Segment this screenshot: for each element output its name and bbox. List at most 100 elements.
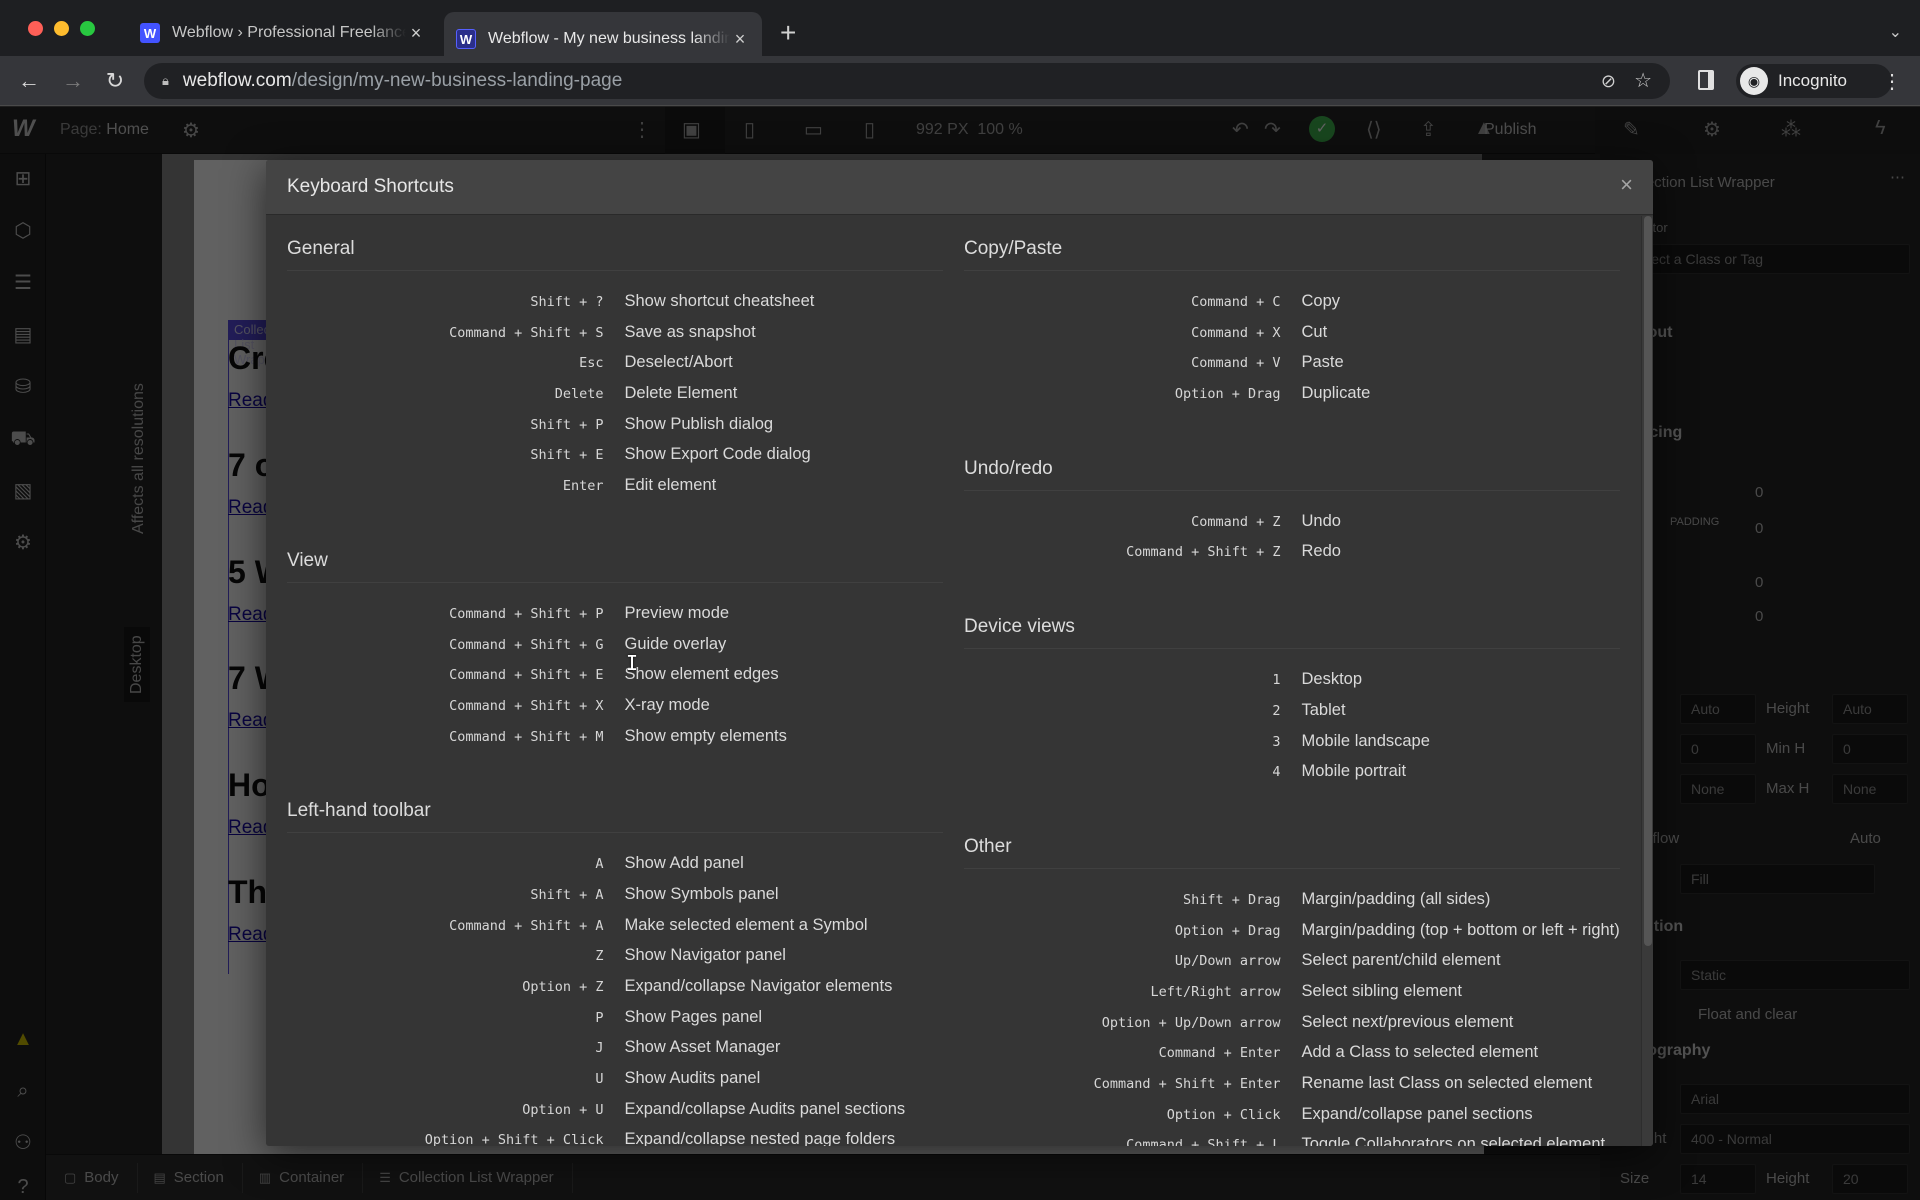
shortcut-action: Redo	[1301, 542, 1341, 561]
shortcut-section: General Shift + ? Show shortcut cheatsheet…	[287, 216, 943, 506]
shortcut-action: Rename last Class on selected element	[1301, 1074, 1593, 1092]
shortcut-section: Device views 1 Desktop 2 Tablet 3 Mobile lands…	[964, 572, 1620, 792]
webflow-icon: W	[456, 29, 476, 49]
shortcut-action: Expand/collapse Navigator elements	[624, 977, 893, 995]
shortcut-action: Guide overlay	[624, 634, 727, 653]
shortcut-row: Shift + E Show Export Code dialog	[287, 444, 943, 475]
section-title: View	[287, 549, 328, 571]
shortcut-keys: Delete	[554, 386, 604, 403]
window-minimize-button[interactable]	[54, 21, 69, 36]
modal-scrollbar[interactable]	[1641, 216, 1653, 1146]
shortcut-row: Shift + Drag Margin/padding (all sides)	[964, 889, 1620, 920]
shortcut-action: Show Export Code dialog	[624, 445, 811, 464]
shortcut-keys: U	[595, 1071, 604, 1088]
keyboard-shortcuts-modal: Keyboard Shortcuts × General Shift + ? Sho…	[266, 160, 1653, 1146]
eye-slash-icon[interactable]: ⊘	[1601, 63, 1616, 99]
shortcut-row: Shift + ? Show shortcut cheatsheet	[287, 291, 943, 322]
modal-title: Keyboard Shortcuts	[287, 176, 454, 197]
shortcut-row: Command + X Cut	[964, 322, 1620, 353]
shortcut-keys: 4	[1272, 764, 1281, 781]
shortcut-row: J Show Asset Manager	[287, 1037, 943, 1068]
shortcuts-column-right: Copy/Paste Command + C Copy Command + X Cut C…	[964, 216, 1620, 1146]
shortcut-keys: Command + Shift + S	[449, 324, 604, 341]
section-title: Device views	[964, 616, 1075, 638]
shortcut-row: Command + Enter Add a Class to selected e…	[964, 1042, 1620, 1073]
shortcut-keys: Enter	[562, 478, 604, 495]
shortcut-keys: Option + Click	[1166, 1106, 1281, 1123]
more-menu-icon[interactable]: ⋮	[1882, 69, 1902, 94]
shortcut-row: Option + Click Expand/collapse panel sect…	[964, 1104, 1620, 1135]
shortcut-row: Command + Shift + Enter Rename last Class…	[964, 1073, 1620, 1104]
shortcut-row: P Show Pages panel	[287, 1007, 943, 1038]
shortcut-action: Select sibling element	[1301, 981, 1463, 1000]
shortcut-row: 1 Desktop	[964, 669, 1620, 700]
shortcut-row: 3 Mobile landscape	[964, 731, 1620, 762]
section-divider	[964, 648, 1620, 650]
shortcut-action: Select parent/child element	[1301, 951, 1501, 970]
shortcut-keys: Option + U	[522, 1101, 604, 1118]
shortcut-row: Option + U Expand/collapse Audits panel s…	[287, 1099, 943, 1130]
browser-tab[interactable]: W Webflow › Professional Freelancer ×	[128, 12, 438, 54]
shortcut-action: Delete Element	[624, 384, 738, 403]
shortcut-keys: Command + Shift + Z	[1126, 544, 1281, 561]
address-bar[interactable]: 🔒︎ webflow.com/design/my-new-business-la…	[144, 63, 1670, 99]
shortcut-action: Margin/padding (top + bottom or left + r…	[1301, 920, 1620, 939]
forward-arrow-icon[interactable]: →	[58, 66, 88, 96]
shortcut-row: Z Show Navigator panel	[287, 945, 943, 976]
shortcut-section: Other Shift + Drag Margin/padding (all sid…	[964, 792, 1620, 1146]
side-panel-icon[interactable]	[1698, 70, 1714, 90]
new-tab-button[interactable]: +	[780, 18, 796, 48]
reload-icon[interactable]: ↻	[100, 66, 130, 96]
shortcut-row: Enter Edit element	[287, 475, 943, 506]
shortcut-action: Cut	[1301, 322, 1328, 341]
shortcut-keys: Command + X	[1191, 324, 1281, 341]
shortcut-row: Command + C Copy	[964, 291, 1620, 322]
shortcut-keys: Option + Drag	[1174, 386, 1281, 403]
shortcut-section: Left-hand toolbar A Show Add panel Shift + …	[287, 756, 943, 1146]
shortcut-row: 4 Mobile portrait	[964, 761, 1620, 792]
shortcut-action: Deselect/Abort	[624, 353, 733, 372]
shortcut-row: Command + Shift + X X-ray mode	[287, 695, 943, 726]
back-arrow-icon[interactable]: ←	[14, 66, 44, 96]
shortcut-row: Left/Right arrow Select sibling element	[964, 981, 1620, 1012]
shortcut-keys: Command + Enter	[1158, 1045, 1281, 1062]
shortcut-row: Command + Shift + P Preview mode	[287, 603, 943, 634]
url-path: /design/my-new-business-landing-page	[291, 70, 623, 91]
window-zoom-button[interactable]	[80, 21, 95, 36]
close-icon[interactable]: ×	[1620, 172, 1633, 198]
shortcut-keys: Command + C	[1191, 294, 1281, 310]
shortcut-keys: Z	[595, 948, 604, 965]
shortcut-keys: Shift + A	[530, 886, 604, 903]
shortcut-row: Up/Down arrow Select parent/child element	[964, 950, 1620, 981]
shortcut-row: Command + Shift + A Make selected element…	[287, 915, 943, 946]
star-icon[interactable]: ☆	[1634, 63, 1652, 99]
shortcut-section: Copy/Paste Command + C Copy Command + X Cut C…	[964, 216, 1620, 414]
shortcut-action: Undo	[1301, 511, 1341, 530]
shortcut-keys: Shift + ?	[530, 294, 604, 310]
shortcut-section: View Command + Shift + P Preview mode Comma…	[287, 506, 943, 756]
tab-title: Webflow - My new business landing page	[488, 30, 730, 47]
incognito-icon: ◉	[1740, 67, 1768, 95]
chevron-down-icon[interactable]: ⌄	[1889, 22, 1902, 42]
shortcut-action: Make selected element a Symbol	[624, 915, 868, 934]
shortcut-action: Show Navigator panel	[624, 946, 786, 965]
shortcut-action: Preview mode	[624, 603, 730, 622]
shortcut-keys: Shift + P	[530, 416, 604, 433]
shortcut-keys: 1	[1272, 672, 1281, 689]
shortcut-action: Mobile landscape	[1301, 731, 1430, 750]
shortcut-action: Show Publish dialog	[624, 414, 774, 433]
shortcut-action: Show Asset Manager	[624, 1038, 781, 1057]
scrollbar-thumb[interactable]	[1644, 216, 1652, 946]
incognito-profile-button[interactable]: ◉ Incognito	[1736, 64, 1892, 98]
shortcut-keys: Option + Up/Down arrow	[1101, 1014, 1281, 1031]
window-close-button[interactable]	[28, 21, 43, 36]
close-icon[interactable]: ×	[406, 23, 426, 44]
shortcut-keys: Left/Right arrow	[1150, 983, 1281, 1000]
lock-icon: 🔒︎	[162, 73, 169, 88]
shortcut-action: Show Audits panel	[624, 1069, 761, 1088]
shortcut-keys: P	[595, 1009, 604, 1026]
close-icon[interactable]: ×	[730, 29, 750, 50]
profile-label: Incognito	[1778, 71, 1847, 90]
